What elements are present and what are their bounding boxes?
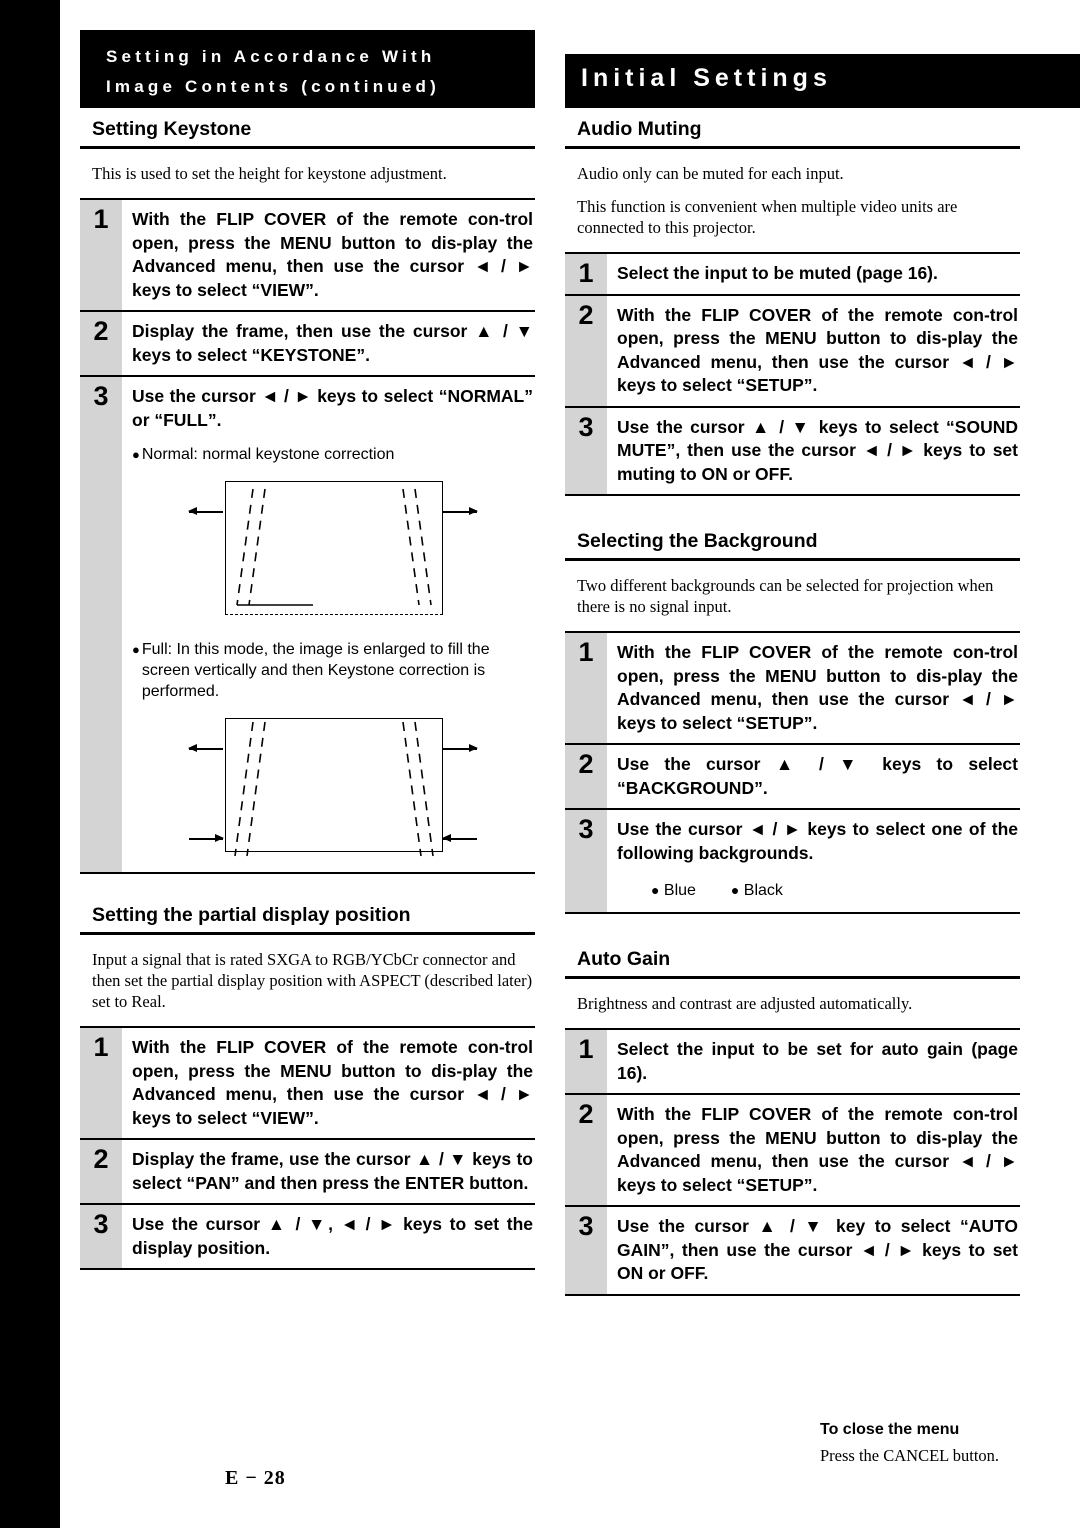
step-number: 1	[80, 200, 122, 310]
heading-selecting-background: Selecting the Background	[565, 530, 1020, 561]
bullet-icon: ●	[651, 882, 660, 898]
step-row: 2 Use the cursor ▲ / ▼ keys to select “B…	[565, 745, 1020, 810]
figure-normal-keystone	[132, 465, 533, 629]
close-menu-note: To close the menu Press the CANCEL butto…	[820, 1421, 1040, 1466]
note-normal-keystone: ● Normal: normal keystone correction	[122, 440, 535, 635]
steps-setting-keystone: 1 With the FLIP COVER of the remote con-…	[80, 198, 535, 874]
step-text: With the FLIP COVER of the remote con-tr…	[617, 304, 1018, 396]
bullet-icon: ●	[132, 447, 140, 462]
step-number: 2	[565, 295, 607, 406]
section-header-left-line1: Setting in Accordance With	[106, 47, 436, 66]
steps-auto-gain: 1 Select the input to be set for auto ga…	[565, 1028, 1020, 1296]
step-row: 1 With the FLIP COVER of the remote con-…	[80, 1028, 535, 1140]
step-row: 2 Display the frame, use the cursor ▲ / …	[80, 1140, 535, 1205]
step-text: Select the input to be set for auto gain…	[617, 1039, 1018, 1083]
step-row: 3 Use the cursor ◄ / ► keys to select “N…	[80, 377, 535, 440]
figure-full-keystone	[132, 702, 533, 866]
intro-audio-muting-1: Audio only can be muted for each input.	[577, 164, 844, 183]
close-menu-text: Press the CANCEL button.	[820, 1446, 1000, 1465]
step-number: 1	[80, 1028, 122, 1138]
step-text: With the FLIP COVER of the remote con-tr…	[132, 1037, 533, 1128]
intro-audio-muting-2: This function is convenient when multipl…	[577, 197, 958, 237]
step-row: 3 Use the cursor ▲ / ▼ key to select “AU…	[565, 1207, 1020, 1296]
step-number-spacer	[80, 440, 122, 635]
right-column: Audio Muting Audio only can be muted for…	[565, 118, 1020, 1296]
heading-setting-keystone: Setting Keystone	[80, 118, 535, 149]
step-row: 1 Select the input to be muted (page 16)…	[565, 254, 1020, 296]
step-row: 2 Display the frame, then use the cursor…	[80, 312, 535, 377]
intro-partial-display-position: Input a signal that is rated SXGA to RGB…	[92, 950, 533, 1011]
step-row: 1 With the FLIP COVER of the remote con-…	[565, 633, 1020, 745]
background-options-row: ● Blue ● Black	[565, 873, 1020, 914]
page-left-margin-bar	[0, 0, 60, 1528]
note-full-keystone: ● Full: In this mode, the image is enlar…	[122, 635, 535, 872]
intro-auto-gain: Brightness and contrast are adjusted aut…	[577, 994, 913, 1013]
background-option-blue: Blue	[663, 882, 696, 899]
section-header-left: Setting in Accordance With Image Content…	[80, 30, 535, 108]
step-text: Use the cursor ▲ / ▼ key to select “AUTO…	[617, 1216, 1018, 1283]
step-text: With the FLIP COVER of the remote con-tr…	[132, 209, 533, 300]
heading-partial-display-position: Setting the partial display position	[80, 904, 535, 935]
step-row: 2 With the FLIP COVER of the remote con-…	[565, 295, 1020, 408]
step-number: 1	[565, 1030, 607, 1093]
step-text: Select the input to be muted (page 16).	[617, 263, 938, 283]
step-text: With the FLIP COVER of the remote con-tr…	[617, 642, 1018, 733]
document-page: Setting in Accordance With Image Content…	[60, 0, 1080, 1528]
step-text: Display the frame, use the cursor ▲ / ▼ …	[132, 1149, 533, 1193]
page-number: E − 28	[225, 1467, 286, 1489]
close-menu-title: To close the menu	[820, 1421, 960, 1438]
step-number-spacer	[565, 873, 607, 912]
step-row: 2 With the FLIP COVER of the remote con-…	[565, 1095, 1020, 1207]
left-column: Setting Keystone This is used to set the…	[80, 118, 535, 1270]
section-header-left-line2: Image Contents (continued)	[106, 77, 440, 96]
step-number: 3	[80, 377, 122, 440]
step-number: 3	[80, 1205, 122, 1268]
background-options: ● Blue ● Black	[607, 873, 1020, 912]
step-number: 3	[565, 1207, 607, 1294]
step-text: Use the cursor ▲ / ▼ keys to select “SOU…	[617, 416, 1018, 484]
steps-audio-muting: 1 Select the input to be muted (page 16)…	[565, 252, 1020, 496]
step-number: 2	[80, 1140, 122, 1203]
steps-selecting-background: 1 With the FLIP COVER of the remote con-…	[565, 631, 1020, 914]
step-number-spacer	[80, 635, 122, 872]
step-row: 3 Use the cursor ◄ / ► keys to select on…	[565, 810, 1020, 873]
heading-auto-gain: Auto Gain	[565, 948, 1020, 979]
note-row: ● Normal: normal keystone correction	[80, 440, 535, 635]
steps-partial-display-position: 1 With the FLIP COVER of the remote con-…	[80, 1026, 535, 1270]
step-row: 1 Select the input to be set for auto ga…	[565, 1030, 1020, 1095]
intro-setting-keystone: This is used to set the height for keyst…	[92, 164, 447, 183]
step-number: 2	[565, 745, 607, 808]
background-option-black: Black	[743, 882, 783, 899]
step-number: 2	[80, 312, 122, 375]
step-number: 3	[565, 407, 607, 494]
step-text: Use the cursor ◄ / ► keys to select one …	[617, 819, 1018, 863]
step-text: Use the cursor ▲ / ▼ keys to select “BAC…	[617, 754, 1018, 798]
step-text: With the FLIP COVER of the remote con-tr…	[617, 1104, 1018, 1195]
intro-selecting-background: Two different backgrounds can be selecte…	[577, 576, 994, 616]
heading-audio-muting: Audio Muting	[565, 118, 1020, 149]
step-row: 3 Use the cursor ▲ / ▼ keys to select “S…	[565, 407, 1020, 496]
step-number: 2	[565, 1095, 607, 1205]
step-number: 1	[565, 254, 607, 294]
step-row: 3 Use the cursor ▲ / ▼, ◄ / ► keys to se…	[80, 1205, 535, 1270]
bullet-icon: ●	[132, 642, 140, 657]
step-row: 1 With the FLIP COVER of the remote con-…	[80, 200, 535, 312]
step-text: Use the cursor ▲ / ▼, ◄ / ► keys to set …	[132, 1214, 533, 1258]
step-text: Use the cursor ◄ / ► keys to select “NOR…	[132, 386, 533, 430]
section-header-right: Initial Settings	[565, 54, 1080, 108]
step-text: Display the frame, then use the cursor ▲…	[132, 321, 533, 365]
step-number: 3	[565, 810, 607, 873]
bullet-icon: ●	[730, 882, 740, 898]
note-row: ● Full: In this mode, the image is enlar…	[80, 635, 535, 874]
step-number: 1	[565, 633, 607, 743]
